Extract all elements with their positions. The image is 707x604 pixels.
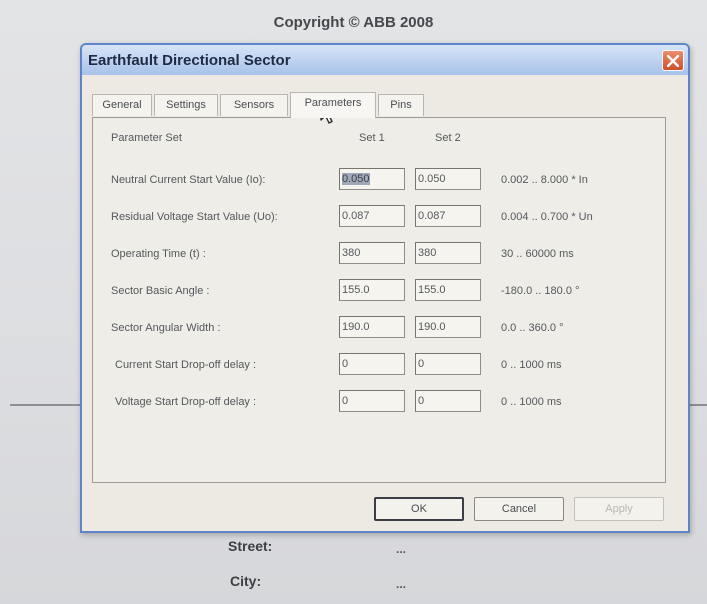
dialog-titlebar[interactable]: Earthfault Directional Sector (82, 45, 688, 75)
param-label-sector-angular-width: Sector Angular Width : (111, 322, 221, 334)
param-set2-sector-basic-angle[interactable]: 155.0 (415, 279, 481, 301)
dialog-title: Earthfault Directional Sector (88, 52, 291, 69)
set2-header: Set 2 (435, 132, 461, 144)
param-set1-neutral-current[interactable]: 0.050 (339, 168, 405, 190)
tab-sensors[interactable]: Sensors (220, 94, 288, 116)
param-set2-sector-angular-width[interactable]: 190.0 (415, 316, 481, 338)
param-set2-operating-time[interactable]: 380 (415, 242, 481, 264)
param-label-residual-voltage: Residual Voltage Start Value (Uo): (111, 211, 278, 223)
param-set2-neutral-current[interactable]: 0.050 (415, 168, 481, 190)
tab-parameters[interactable]: Parameters (290, 92, 376, 118)
param-label-current-dropoff: Current Start Drop-off delay : (115, 359, 257, 371)
param-range-residual-voltage: 0.004 .. 0.700 * Un (501, 211, 593, 223)
parameters-panel: Parameter Set Set 1 Set 2 Neutral Curren… (92, 117, 666, 483)
param-set1-sector-basic-angle[interactable]: 155.0 (339, 279, 405, 301)
close-icon (667, 55, 679, 67)
param-set2-voltage-dropoff[interactable]: 0 (415, 390, 481, 412)
param-label-voltage-dropoff: Voltage Start Drop-off delay : (115, 396, 257, 408)
earthfault-dialog: Earthfault Directional Sector General Se… (80, 43, 690, 533)
tab-strip: General Settings Sensors Parameters Pins (92, 92, 432, 118)
param-set1-sector-angular-width[interactable]: 190.0 (339, 316, 405, 338)
param-set1-voltage-dropoff[interactable]: 0 (339, 390, 405, 412)
street-value: ... (396, 542, 407, 556)
field-value: 0.050 (342, 173, 370, 185)
city-value: ... (396, 577, 407, 591)
param-range-sector-angular-width: 0.0 .. 360.0 ° (501, 322, 564, 334)
param-range-operating-time: 30 .. 60000 ms (501, 248, 574, 260)
tab-pins[interactable]: Pins (378, 94, 424, 116)
apply-button[interactable]: Apply (574, 497, 664, 521)
param-set1-current-dropoff[interactable]: 0 (339, 353, 405, 375)
param-set1-residual-voltage[interactable]: 0.087 (339, 205, 405, 227)
tab-settings[interactable]: Settings (154, 94, 218, 116)
close-button[interactable] (662, 50, 684, 71)
set1-header: Set 1 (359, 132, 385, 144)
cancel-button[interactable]: Cancel (474, 497, 564, 521)
param-label-sector-basic-angle: Sector Basic Angle : (111, 285, 210, 297)
param-set1-operating-time[interactable]: 380 (339, 242, 405, 264)
parameter-set-header: Parameter Set (111, 132, 182, 144)
city-label: City: (230, 573, 262, 589)
param-range-current-dropoff: 0 .. 1000 ms (501, 359, 562, 371)
param-set2-current-dropoff[interactable]: 0 (415, 353, 481, 375)
param-set2-residual-voltage[interactable]: 0.087 (415, 205, 481, 227)
param-label-operating-time: Operating Time (t) : (111, 248, 206, 260)
ok-button[interactable]: OK (374, 497, 464, 521)
copyright-text: Copyright © ABB 2008 (273, 14, 434, 31)
street-label: Street: (228, 538, 273, 554)
param-range-sector-basic-angle: -180.0 .. 180.0 ° (501, 285, 580, 297)
param-range-neutral-current: 0.002 .. 8.000 * In (501, 174, 588, 186)
param-label-neutral-current: Neutral Current Start Value (Io): (111, 174, 266, 186)
param-range-voltage-dropoff: 0 .. 1000 ms (501, 396, 562, 408)
tab-general[interactable]: General (92, 94, 152, 116)
